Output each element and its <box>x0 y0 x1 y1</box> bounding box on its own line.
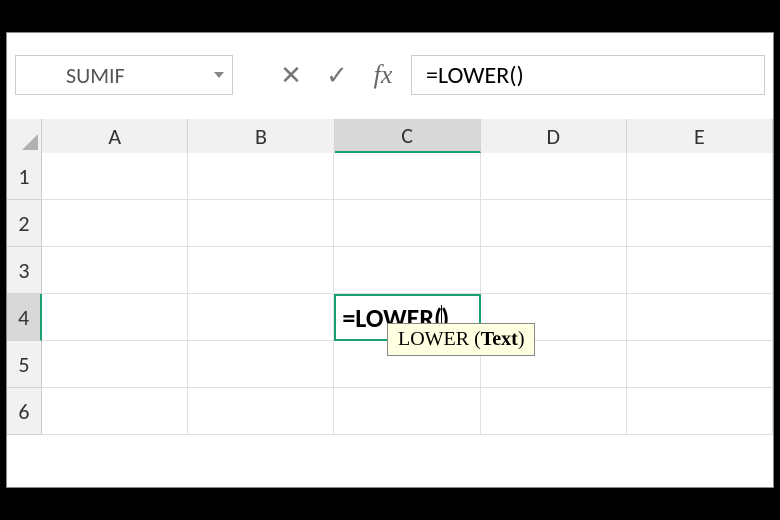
chevron-down-icon[interactable] <box>214 72 224 78</box>
row-header-3[interactable]: 3 <box>7 247 42 294</box>
insert-function-button[interactable]: fx <box>369 60 397 90</box>
cell-d3[interactable] <box>481 247 627 294</box>
cell-b2[interactable] <box>188 200 334 247</box>
grid: ABCDE 1234=LOWER()56 <box>7 119 773 489</box>
cell-a4[interactable] <box>42 294 188 341</box>
cell-e6[interactable] <box>627 388 773 435</box>
cell-e4[interactable] <box>627 294 773 341</box>
row-header-1[interactable]: 1 <box>7 153 42 200</box>
cell-c2[interactable] <box>334 200 480 247</box>
col-header-e[interactable]: E <box>627 119 773 153</box>
formula-bar-buttons: ✕ ✓ fx <box>277 59 397 91</box>
row: 6 <box>7 388 773 435</box>
tooltip-close: ) <box>518 328 525 350</box>
enter-button[interactable]: ✓ <box>323 59 351 91</box>
cell-e1[interactable] <box>627 153 773 200</box>
row-header-4[interactable]: 4 <box>7 294 42 341</box>
col-header-c[interactable]: C <box>335 119 481 153</box>
formula-input[interactable]: =LOWER() <box>411 55 765 95</box>
cell-a3[interactable] <box>42 247 188 294</box>
cell-d2[interactable] <box>481 200 627 247</box>
col-header-b[interactable]: B <box>188 119 334 153</box>
tooltip-fn: LOWER <box>398 328 469 350</box>
function-tooltip: LOWER (Text) <box>387 323 535 356</box>
cell-b1[interactable] <box>188 153 334 200</box>
row: 3 <box>7 247 773 294</box>
formula-input-value: =LOWER() <box>426 61 524 90</box>
cancel-button[interactable]: ✕ <box>277 59 305 91</box>
cell-d6[interactable] <box>481 388 627 435</box>
cell-c6[interactable] <box>334 388 480 435</box>
cell-e5[interactable] <box>627 341 773 388</box>
row: 1 <box>7 153 773 200</box>
cell-c1[interactable] <box>334 153 480 200</box>
cell-b3[interactable] <box>188 247 334 294</box>
cell-b4[interactable] <box>188 294 334 341</box>
cell-e3[interactable] <box>627 247 773 294</box>
cell-b5[interactable] <box>188 341 334 388</box>
select-all-corner[interactable] <box>7 119 42 153</box>
row-header-6[interactable]: 6 <box>7 388 42 435</box>
name-box[interactable]: SUMIF <box>15 55 233 95</box>
cell-a5[interactable] <box>42 341 188 388</box>
cell-e2[interactable] <box>627 200 773 247</box>
row-header-2[interactable]: 2 <box>7 200 42 247</box>
row: 2 <box>7 200 773 247</box>
row-header-5[interactable]: 5 <box>7 341 42 388</box>
cell-a2[interactable] <box>42 200 188 247</box>
cell-a1[interactable] <box>42 153 188 200</box>
cell-b6[interactable] <box>188 388 334 435</box>
col-header-d[interactable]: D <box>481 119 627 153</box>
col-header-a[interactable]: A <box>42 119 188 153</box>
column-headers: ABCDE <box>7 119 773 153</box>
cell-a6[interactable] <box>42 388 188 435</box>
cell-c3[interactable] <box>334 247 480 294</box>
cell-d1[interactable] <box>481 153 627 200</box>
spreadsheet-window: SUMIF ✕ ✓ fx =LOWER() ABCDE 1234 =LOWER()… <box>6 32 774 488</box>
tooltip-open: ( <box>469 328 481 350</box>
name-box-value: SUMIF <box>66 62 125 89</box>
formula-bar: SUMIF ✕ ✓ fx =LOWER() <box>7 49 773 101</box>
tooltip-arg: Text <box>481 328 518 350</box>
